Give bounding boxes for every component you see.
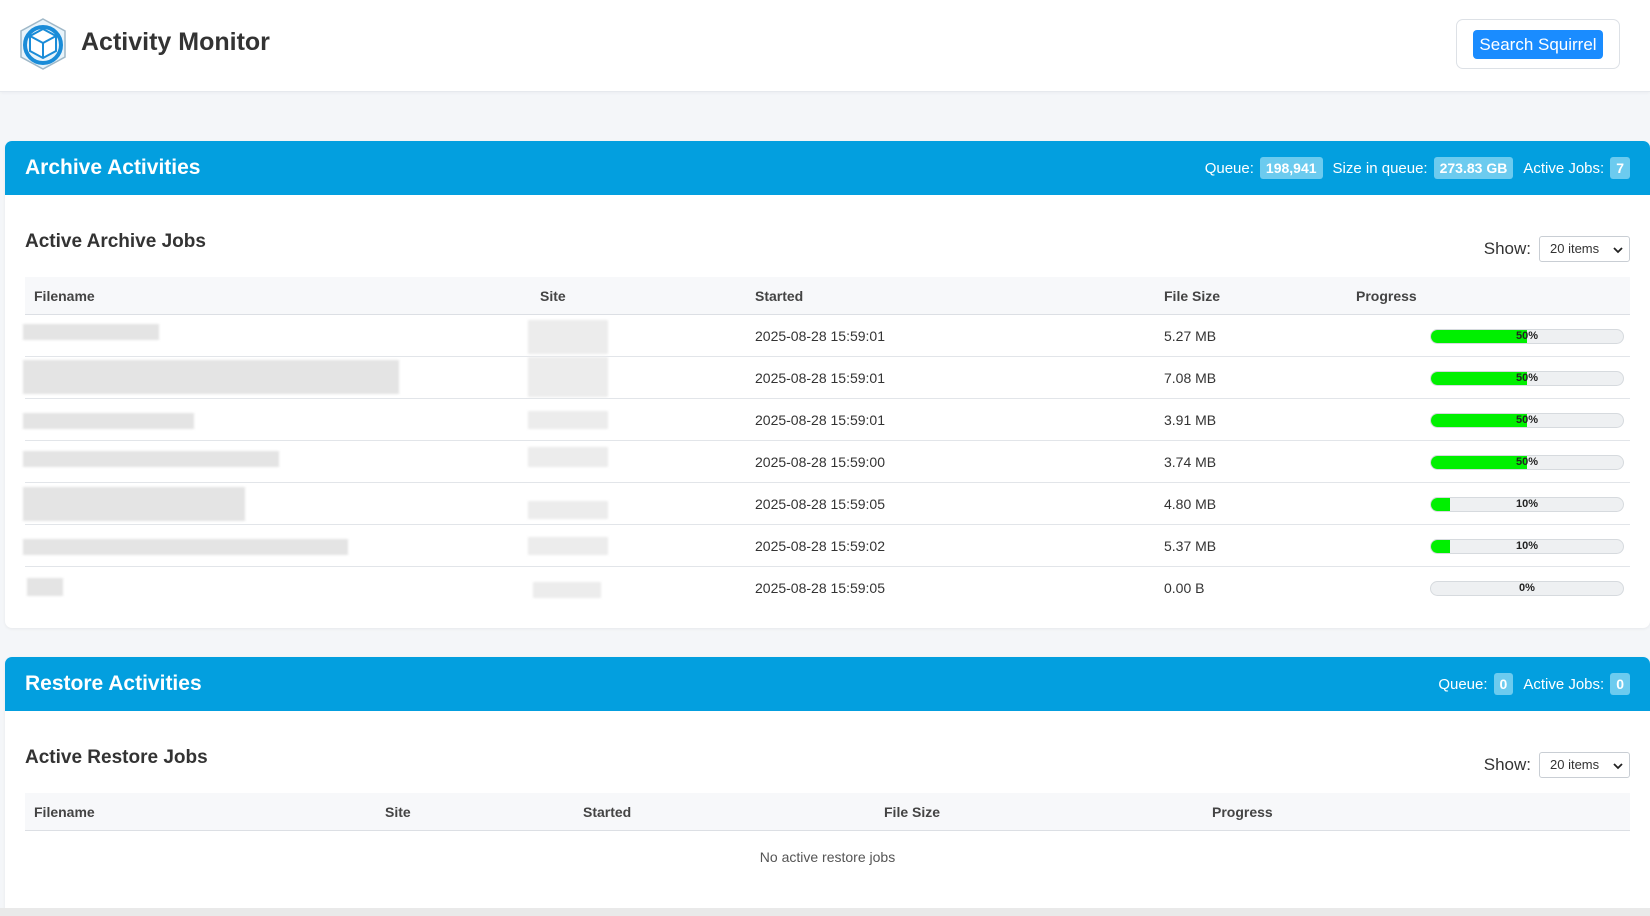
table-row: 2025-08-28 15:59:01 7.08 MB 50%: [23, 357, 1630, 399]
progress-bar: 50%: [1430, 455, 1624, 470]
col-file-size[interactable]: File Size: [884, 804, 940, 820]
progress-text: 0%: [1519, 582, 1535, 594]
progress-bar: 50%: [1430, 413, 1624, 428]
progress-text: 10%: [1515, 498, 1539, 510]
top-bar: Activity Monitor Search Squirrel: [0, 0, 1650, 92]
progress-text: 50%: [1515, 330, 1539, 342]
page-title: Activity Monitor: [81, 28, 270, 56]
active-jobs-badge: 0: [1610, 673, 1630, 695]
archive-stats: Queue: 198,941 Size in queue: 273.83 GB …: [1201, 157, 1630, 179]
table-row: 2025-08-28 15:59:02 5.37 MB 10%: [23, 525, 1630, 567]
restore-activities-panel: Restore Activities Queue: 0 Active Jobs:…: [5, 657, 1650, 916]
size-in-queue-label: Size in queue:: [1332, 159, 1428, 177]
started-cell: 2025-08-28 15:59:00: [755, 454, 885, 470]
filename-redacted: [23, 539, 348, 555]
started-cell: 2025-08-28 15:59:05: [755, 580, 885, 596]
file-size-cell: 7.08 MB: [1164, 370, 1217, 386]
active-jobs-label: Active Jobs:: [1523, 675, 1605, 693]
started-cell: 2025-08-28 15:59:01: [755, 412, 885, 428]
restore-items-per-page-select[interactable]: 20 items: [1539, 752, 1630, 778]
archive-show-control: Show: 20 items: [1484, 236, 1630, 262]
started-cell: 2025-08-28 15:59:01: [755, 370, 885, 386]
file-size-cell: 3.74 MB: [1164, 454, 1217, 470]
queue-label: Queue:: [1438, 675, 1488, 693]
progress-text: 10%: [1515, 540, 1539, 552]
select-value: 20 items: [1550, 241, 1600, 256]
archive-panel-title: Archive Activities: [25, 156, 201, 179]
progress-bar: 50%: [1430, 371, 1624, 386]
site-redacted: [528, 411, 608, 429]
progress-text: 50%: [1515, 372, 1539, 384]
filename-redacted: [23, 451, 279, 467]
file-size-cell: 3.91 MB: [1164, 412, 1217, 428]
col-progress[interactable]: Progress: [1212, 804, 1273, 820]
queue-count-badge: 0: [1493, 673, 1514, 695]
col-filename[interactable]: Filename: [34, 288, 95, 304]
col-started[interactable]: Started: [583, 804, 631, 820]
started-cell: 2025-08-28 15:59:01: [755, 328, 885, 344]
filename-redacted: [23, 324, 159, 340]
table-row: 2025-08-28 15:59:01 3.91 MB 50%: [23, 399, 1630, 441]
col-progress[interactable]: Progress: [1356, 288, 1417, 304]
size-in-queue-badge: 273.83 GB: [1433, 157, 1514, 179]
file-size-cell: 4.80 MB: [1164, 496, 1217, 512]
archive-panel-header: Archive Activities Queue: 198,941 Size i…: [5, 141, 1650, 195]
file-size-cell: 0.00 B: [1164, 580, 1205, 596]
site-redacted: [528, 447, 608, 467]
select-value: 20 items: [1550, 757, 1600, 772]
active-restore-jobs-title: Active Restore Jobs: [25, 747, 208, 768]
started-cell: 2025-08-28 15:59:05: [755, 496, 885, 512]
progress-text: 50%: [1515, 456, 1539, 468]
site-redacted: [528, 357, 608, 397]
filename-redacted: [27, 578, 63, 596]
table-header: Filename Site Started File Size Progress: [25, 277, 1630, 315]
queue-count-badge: 198,941: [1259, 157, 1323, 179]
site-redacted: [533, 582, 601, 598]
active-jobs-label: Active Jobs:: [1523, 159, 1605, 177]
site-redacted: [528, 537, 608, 555]
progress-bar: 50%: [1430, 329, 1624, 344]
empty-state-message: No active restore jobs: [759, 849, 896, 865]
show-label: Show:: [1483, 239, 1531, 258]
queue-label: Queue:: [1204, 159, 1254, 177]
taskbar-edge: [0, 908, 1650, 916]
active-jobs-badge: 7: [1610, 157, 1630, 179]
search-squirrel-button[interactable]: Search Squirrel: [1473, 30, 1603, 59]
site-redacted: [528, 501, 608, 519]
active-archive-jobs-title: Active Archive Jobs: [25, 231, 206, 252]
progress-bar: 10%: [1430, 497, 1624, 512]
table-row: 2025-08-28 15:59:05 4.80 MB 10%: [23, 483, 1630, 525]
col-started[interactable]: Started: [755, 288, 803, 304]
file-size-cell: 5.37 MB: [1164, 538, 1217, 554]
restore-show-control: Show: 20 items: [1484, 752, 1630, 778]
site-redacted: [528, 320, 608, 354]
table-row: 2025-08-28 15:59:00 3.74 MB 50%: [23, 441, 1630, 483]
table-row: 2025-08-28 15:59:05 0.00 B 0%: [25, 567, 1630, 609]
search-squirrel-container: Search Squirrel: [1456, 19, 1620, 69]
col-filename[interactable]: Filename: [34, 804, 95, 820]
archive-activities-panel: Archive Activities Queue: 198,941 Size i…: [5, 141, 1650, 628]
show-label: Show:: [1483, 755, 1531, 774]
chevron-down-icon: [1613, 247, 1623, 254]
app-logo-icon: [20, 18, 66, 70]
progress-bar: 10%: [1430, 539, 1624, 554]
restore-panel-header: Restore Activities Queue: 0 Active Jobs:…: [5, 657, 1650, 711]
started-cell: 2025-08-28 15:59:02: [755, 538, 885, 554]
filename-redacted: [23, 360, 399, 394]
progress-bar: 0%: [1430, 581, 1624, 596]
table-header: Filename Site Started File Size Progress: [25, 793, 1630, 831]
filename-redacted: [23, 487, 245, 521]
file-size-cell: 5.27 MB: [1164, 328, 1217, 344]
progress-text: 50%: [1515, 414, 1539, 426]
restore-stats: Queue: 0 Active Jobs: 0: [1434, 673, 1630, 695]
col-site[interactable]: Site: [540, 288, 566, 304]
chevron-down-icon: [1613, 763, 1623, 770]
table-row: 2025-08-28 15:59:01 5.27 MB 50%: [23, 315, 1630, 357]
restore-panel-title: Restore Activities: [25, 672, 202, 695]
archive-items-per-page-select[interactable]: 20 items: [1539, 236, 1630, 262]
col-file-size[interactable]: File Size: [1164, 288, 1220, 304]
filename-redacted: [23, 413, 194, 429]
col-site[interactable]: Site: [385, 804, 411, 820]
